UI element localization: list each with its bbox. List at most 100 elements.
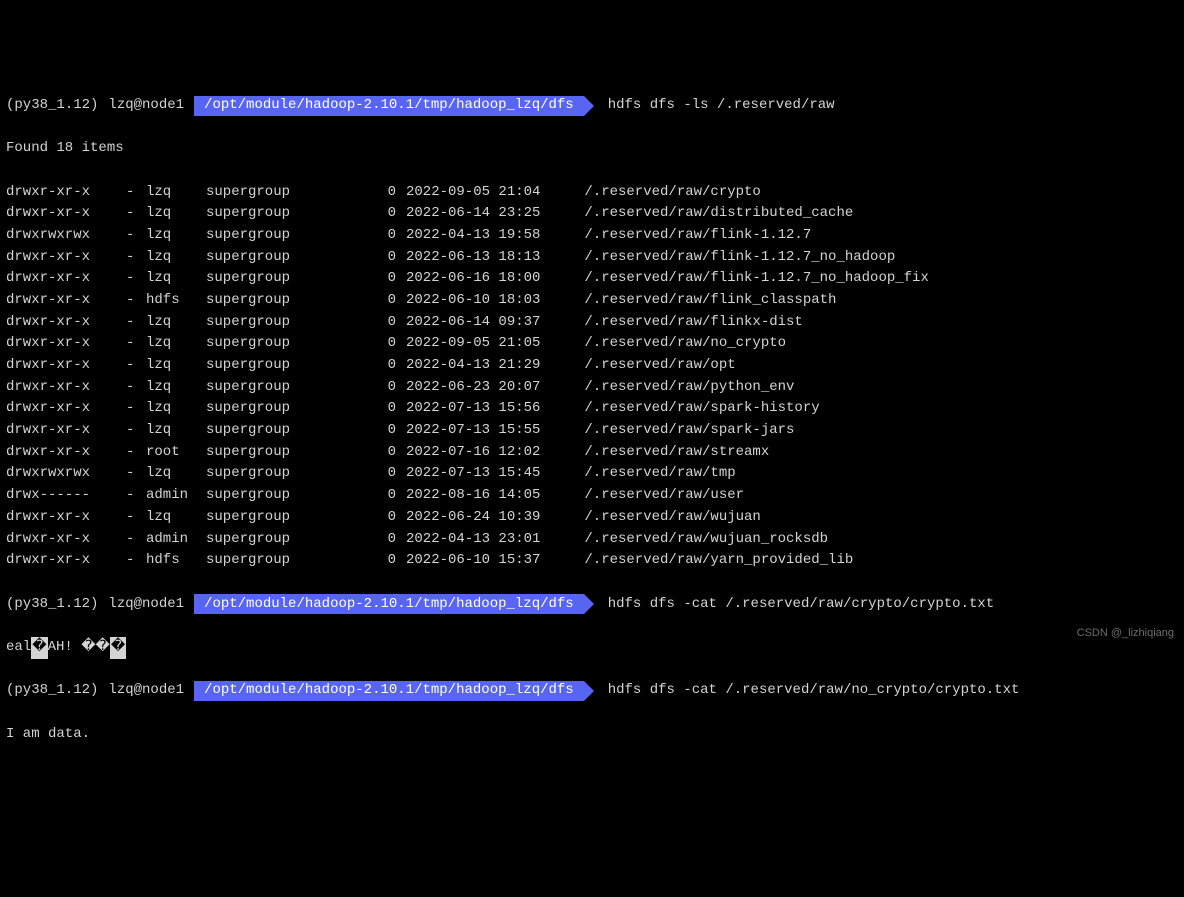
file-path: /.reserved/raw/flink-1.12.7_no_hadoop — [576, 247, 895, 269]
date: 2022-06-10 18:03 — [396, 290, 576, 312]
user-host: lzq@node1 — [108, 680, 184, 702]
date: 2022-04-13 23:01 — [396, 529, 576, 551]
owner: admin — [146, 529, 206, 551]
size: 0 — [376, 247, 396, 269]
file-path: /.reserved/raw/flink-1.12.7 — [576, 225, 811, 247]
cwd-path: /opt/module/hadoop-2.10.1/tmp/hadoop_lzq… — [194, 681, 584, 701]
file-listing: drwxr-xr-x-lzqsupergroup02022-09-05 21:0… — [6, 182, 1178, 572]
group: supergroup — [206, 355, 376, 377]
date: 2022-06-10 15:37 — [396, 550, 576, 572]
replication: - — [126, 377, 146, 399]
owner: lzq — [146, 507, 206, 529]
list-item: drwxr-xr-x-hdfssupergroup02022-06-10 18:… — [6, 290, 1178, 312]
replication: - — [126, 420, 146, 442]
file-path: /.reserved/raw/wujuan — [576, 507, 761, 529]
replication: - — [126, 312, 146, 334]
replication: - — [126, 203, 146, 225]
command-text: hdfs dfs -cat /.reserved/raw/crypto/cryp… — [608, 594, 994, 616]
group: supergroup — [206, 420, 376, 442]
size: 0 — [376, 268, 396, 290]
cwd-path: /opt/module/hadoop-2.10.1/tmp/hadoop_lzq… — [194, 594, 584, 614]
permissions: drwxr-xr-x — [6, 398, 126, 420]
owner: lzq — [146, 182, 206, 204]
owner: lzq — [146, 377, 206, 399]
owner: lzq — [146, 333, 206, 355]
owner: lzq — [146, 355, 206, 377]
list-item: drwxr-xr-x-lzqsupergroup02022-06-23 20:0… — [6, 377, 1178, 399]
list-item: drwxr-xr-x-lzqsupergroup02022-09-05 21:0… — [6, 333, 1178, 355]
permissions: drwxr-xr-x — [6, 290, 126, 312]
permissions: drwxr-xr-x — [6, 355, 126, 377]
owner: hdfs — [146, 290, 206, 312]
owner: lzq — [146, 463, 206, 485]
date: 2022-07-13 15:45 — [396, 463, 576, 485]
list-item: drwxr-xr-x-lzqsupergroup02022-06-13 18:1… — [6, 247, 1178, 269]
size: 0 — [376, 312, 396, 334]
plaintext-output: I am data. — [6, 724, 1178, 746]
env-label: (py38_1.12) — [6, 680, 98, 702]
command-text: hdfs dfs -ls /.reserved/raw — [608, 95, 835, 117]
group: supergroup — [206, 290, 376, 312]
file-path: /.reserved/raw/python_env — [576, 377, 794, 399]
group: supergroup — [206, 463, 376, 485]
replication: - — [126, 485, 146, 507]
list-item: drwxr-xr-x-lzqsupergroup02022-06-14 23:2… — [6, 203, 1178, 225]
permissions: drwxr-xr-x — [6, 247, 126, 269]
date: 2022-08-16 14:05 — [396, 485, 576, 507]
replication: - — [126, 529, 146, 551]
file-path: /.reserved/raw/opt — [576, 355, 736, 377]
list-item: drwxr-xr-x-lzqsupergroup02022-07-13 15:5… — [6, 398, 1178, 420]
file-path: /.reserved/raw/flink-1.12.7_no_hadoop_fi… — [576, 268, 929, 290]
watermark: CSDN @_lizhiqiang — [1077, 625, 1174, 642]
owner: lzq — [146, 225, 206, 247]
size: 0 — [376, 225, 396, 247]
owner: lzq — [146, 420, 206, 442]
size: 0 — [376, 290, 396, 312]
user-host: lzq@node1 — [108, 594, 184, 616]
permissions: drwxr-xr-x — [6, 182, 126, 204]
file-path: /.reserved/raw/no_crypto — [576, 333, 786, 355]
replication: - — [126, 333, 146, 355]
file-path: /.reserved/raw/distributed_cache — [576, 203, 853, 225]
owner: lzq — [146, 203, 206, 225]
permissions: drwxrwxrwx — [6, 225, 126, 247]
group: supergroup — [206, 225, 376, 247]
list-item: drwxr-xr-x-lzqsupergroup02022-06-14 09:3… — [6, 312, 1178, 334]
date: 2022-06-14 23:25 — [396, 203, 576, 225]
file-path: /.reserved/raw/flinkx-dist — [576, 312, 803, 334]
list-item: drwxr-xr-x-hdfssupergroup02022-06-10 15:… — [6, 550, 1178, 572]
group: supergroup — [206, 247, 376, 269]
date: 2022-06-23 20:07 — [396, 377, 576, 399]
prompt-line-1[interactable]: (py38_1.12) lzq@node1 /opt/module/hadoop… — [6, 95, 1178, 117]
size: 0 — [376, 420, 396, 442]
size: 0 — [376, 398, 396, 420]
file-path: /.reserved/raw/wujuan_rocksdb — [576, 529, 828, 551]
prompt-line-3[interactable]: (py38_1.12) lzq@node1 /opt/module/hadoop… — [6, 680, 1178, 702]
group: supergroup — [206, 268, 376, 290]
list-item: drwxr-xr-x-rootsupergroup02022-07-16 12:… — [6, 442, 1178, 464]
size: 0 — [376, 550, 396, 572]
size: 0 — [376, 377, 396, 399]
date: 2022-07-16 12:02 — [396, 442, 576, 464]
permissions: drwxr-xr-x — [6, 268, 126, 290]
file-path: /.reserved/raw/streamx — [576, 442, 769, 464]
group: supergroup — [206, 333, 376, 355]
list-item: drwxr-xr-x-lzqsupergroup02022-06-24 10:3… — [6, 507, 1178, 529]
replication: - — [126, 225, 146, 247]
group: supergroup — [206, 442, 376, 464]
list-item: drwx-------adminsupergroup02022-08-16 14… — [6, 485, 1178, 507]
file-path: /.reserved/raw/user — [576, 485, 744, 507]
size: 0 — [376, 203, 396, 225]
owner: lzq — [146, 398, 206, 420]
date: 2022-06-16 18:00 — [396, 268, 576, 290]
size: 0 — [376, 485, 396, 507]
permissions: drwxr-xr-x — [6, 442, 126, 464]
replication: - — [126, 355, 146, 377]
replication: - — [126, 398, 146, 420]
list-item: drwxr-xr-x-lzqsupergroup02022-09-05 21:0… — [6, 182, 1178, 204]
env-label: (py38_1.12) — [6, 95, 98, 117]
permissions: drwxr-xr-x — [6, 550, 126, 572]
replication: - — [126, 182, 146, 204]
prompt-line-2[interactable]: (py38_1.12) lzq@node1 /opt/module/hadoop… — [6, 594, 1178, 616]
permissions: drwxr-xr-x — [6, 507, 126, 529]
